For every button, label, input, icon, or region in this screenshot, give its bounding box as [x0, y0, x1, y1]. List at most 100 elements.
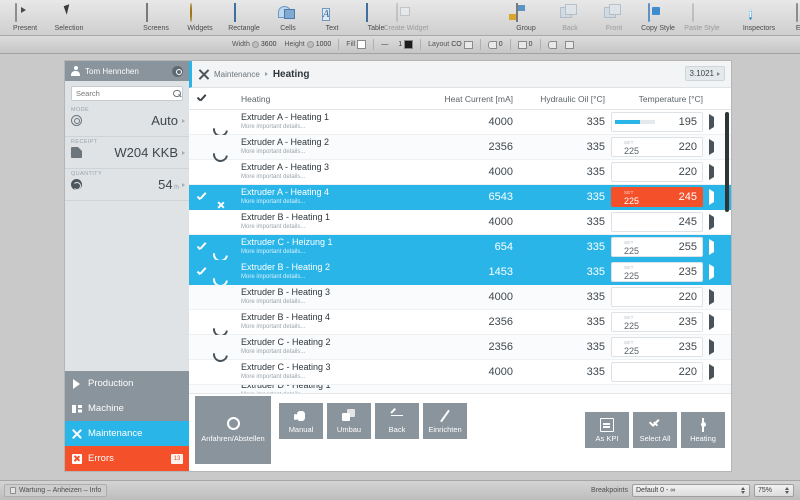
toolbar-button-front[interactable]: Front	[593, 2, 635, 32]
height-value[interactable]: 1000	[316, 41, 332, 48]
action-button-manual[interactable]: Manual	[279, 403, 323, 439]
breadcrumb-parent[interactable]: Maintenance	[214, 70, 260, 79]
row-expand-button[interactable]	[709, 339, 731, 355]
table-row[interactable]: Extruder A - Heating 1 More important det…	[189, 110, 731, 135]
temperature-widget[interactable]: 220	[611, 362, 703, 382]
temp-set-value[interactable]: 225	[624, 271, 639, 281]
fill-option[interactable]: Fill	[342, 40, 370, 49]
table-row[interactable]: Extruder D - Heating 1More important det…	[189, 385, 731, 393]
search-input[interactable]	[76, 89, 173, 98]
toolbar-button-inspectors[interactable]: i Inspectors	[735, 2, 783, 32]
width-value[interactable]: 3600	[261, 41, 277, 48]
toolbar-button-copy-style[interactable]: Copy Style	[637, 2, 679, 32]
temp-set-value[interactable]: 225	[624, 246, 639, 256]
temp-set-value[interactable]: 225	[624, 146, 639, 156]
table-row[interactable]: Extruder B - Heating 3 More important det…	[189, 285, 731, 310]
sidebar-field-receipt[interactable]: RECEIPT W204 KKB	[65, 137, 189, 169]
height-stepper-icon[interactable]	[306, 41, 314, 48]
table-row[interactable]: Extruder B - Heating 4 More important det…	[189, 310, 731, 335]
anfahren-abstellen-button[interactable]: Anfahren/Abstellen	[195, 396, 271, 464]
user-bar[interactable]: Tom Hennchen	[65, 61, 189, 81]
chevron-right-icon[interactable]	[182, 182, 185, 187]
row-expand-button[interactable]	[709, 314, 731, 330]
breakpoint-select[interactable]: Default 0 - ∞	[632, 484, 750, 497]
column-header-temperature[interactable]: Temperature [°C]	[605, 94, 709, 104]
temperature-widget[interactable]: SET 225 235	[611, 262, 703, 282]
sidebar-item-maintenance[interactable]: Maintenance	[65, 421, 189, 446]
toolbar-button-widgets[interactable]: Widgets	[179, 2, 221, 32]
row-checkbox[interactable]	[189, 268, 213, 277]
table-row[interactable]: Extruder A - Heating 3 More important det…	[189, 160, 731, 185]
height-option[interactable]: Height 1000	[280, 41, 335, 48]
table-body[interactable]: Extruder A - Heating 1 More important det…	[189, 110, 731, 393]
toolbar-button-text[interactable]: A Text	[311, 2, 353, 32]
fill-swatch[interactable]	[357, 40, 367, 49]
select-all-checkbox[interactable]	[189, 94, 213, 103]
shadow-icon[interactable]	[547, 40, 557, 49]
corner-option[interactable]: 0	[484, 40, 507, 49]
table-row[interactable]: Extruder C - Heating 2 More important det…	[189, 335, 731, 360]
row-expand-button[interactable]	[709, 289, 731, 305]
shadow-option[interactable]	[544, 40, 561, 49]
temperature-widget[interactable]: SET 225 255	[611, 237, 703, 257]
action-button-einrichten[interactable]: Einrichten	[423, 403, 467, 439]
corner-value[interactable]: 0	[499, 41, 503, 48]
row-expand-button[interactable]	[709, 364, 731, 380]
zoom-select[interactable]: 75%	[754, 484, 794, 497]
document-tab[interactable]: Wartung – Anheizen – Info	[4, 484, 108, 497]
toolbar-button-paste-style[interactable]: Paste Style	[681, 2, 723, 32]
action-button-heating[interactable]: Heating	[681, 412, 725, 448]
temperature-widget[interactable]: 245	[611, 212, 703, 232]
temperature-widget[interactable]: SET 225 235	[611, 337, 703, 357]
reflection-option[interactable]	[561, 40, 578, 49]
stroke-dash-value[interactable]: —	[381, 41, 388, 48]
toolbar-button-present[interactable]: Present	[4, 2, 46, 32]
spacing-option[interactable]: 0	[514, 40, 537, 49]
sidebar-field-quantity[interactable]: QUANTITY 54/h	[65, 169, 189, 201]
search-icon[interactable]	[173, 89, 181, 98]
temperature-widget[interactable]: SET 225 245	[611, 187, 703, 207]
row-checkbox[interactable]	[189, 243, 213, 252]
action-button-as-kpi[interactable]: As KPI	[585, 412, 629, 448]
table-row[interactable]: Extruder B - Heating 1 More important det…	[189, 210, 731, 235]
design-canvas[interactable]: Tom Hennchen MODEAutoRECEIPTW204 KKBQUAN…	[0, 55, 800, 480]
temperature-widget[interactable]: SET 225 235	[611, 312, 703, 332]
temperature-widget[interactable]: SET 225 220	[611, 137, 703, 157]
toolbar-button-selection[interactable]: Selection	[48, 2, 90, 32]
row-expand-button[interactable]	[709, 264, 731, 280]
temp-set-value[interactable]: 225	[624, 321, 639, 331]
action-button-back[interactable]: Back	[375, 403, 419, 439]
toolbar-button-screens[interactable]: Screens	[135, 2, 177, 32]
action-button-select-all[interactable]: Select All	[633, 412, 677, 448]
column-header-hydraulic-oil[interactable]: Hydraulic Oil [°C]	[513, 94, 605, 104]
layout-align-icon[interactable]	[463, 40, 473, 49]
action-button-umbau[interactable]: Umbau	[327, 403, 371, 439]
layout-option[interactable]: Layout CO	[424, 40, 477, 49]
row-checkbox[interactable]	[189, 193, 213, 202]
spacing-icon[interactable]	[517, 40, 527, 49]
gear-icon[interactable]	[172, 65, 183, 77]
sidebar-item-machine[interactable]: Machine	[65, 396, 189, 421]
row-expand-button[interactable]	[709, 214, 731, 230]
table-row[interactable]: Extruder A - Heating 2 More important det…	[189, 135, 731, 160]
chevron-right-icon[interactable]	[182, 118, 185, 123]
temp-set-value[interactable]: 225	[624, 196, 639, 206]
corner-radius-icon[interactable]	[487, 40, 497, 49]
temperature-widget[interactable]: 195	[611, 112, 703, 132]
toolbar-button-export[interactable]: Export	[785, 2, 800, 32]
temperature-widget[interactable]: 220	[611, 287, 703, 307]
spacing-value[interactable]: 0	[529, 41, 533, 48]
width-stepper-icon[interactable]	[251, 41, 259, 48]
reflection-icon[interactable]	[564, 40, 574, 49]
temperature-widget[interactable]: 220	[611, 162, 703, 182]
width-option[interactable]: Width 3600	[228, 41, 280, 48]
toolbar-button-back[interactable]: Back	[549, 2, 591, 32]
vertical-scrollbar[interactable]	[725, 112, 729, 212]
toolbar-button-group[interactable]: Group	[505, 2, 547, 32]
stroke-width-value[interactable]: 1	[398, 41, 402, 48]
table-row[interactable]: Extruder B - Heating 2 More important det…	[189, 260, 731, 285]
chevron-right-icon[interactable]	[182, 150, 185, 155]
toolbar-button-cells[interactable]: Cells	[267, 2, 309, 32]
table-row[interactable]: Extruder A - Heating 4 More important det…	[189, 185, 731, 210]
toolbar-button-create-widget[interactable]: Create Widget	[378, 2, 434, 32]
